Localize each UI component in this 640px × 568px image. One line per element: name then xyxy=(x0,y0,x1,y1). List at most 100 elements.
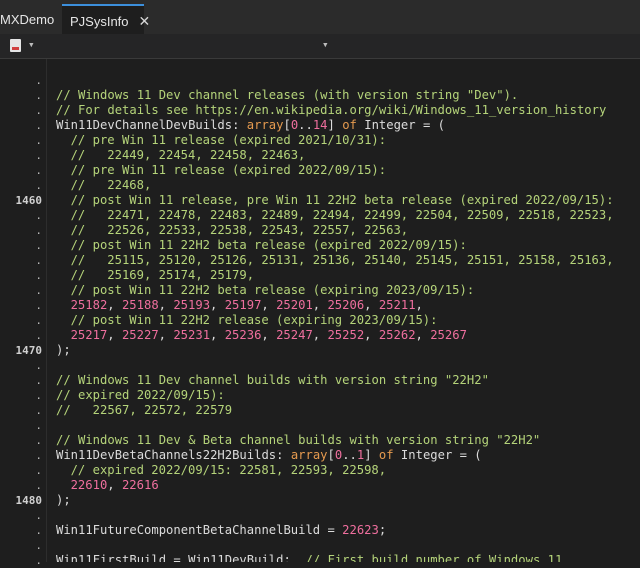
chevron-down-icon[interactable]: ▾ xyxy=(28,38,35,51)
code-token-plain: , xyxy=(158,328,174,342)
code-token-num: 22610 xyxy=(70,478,108,492)
code-line: // pre Win 11 release (expired 2022/09/1… xyxy=(56,163,387,178)
code-token-num: 25211 xyxy=(378,298,416,312)
line-number: 1460 xyxy=(15,194,43,207)
line-dot: . xyxy=(35,284,42,297)
chevron-down-icon[interactable]: ▾ xyxy=(322,38,329,51)
code-line: // expired 2022/09/15: 22581, 22593, 225… xyxy=(56,463,387,478)
code-line: ); xyxy=(56,343,71,358)
tab-mxdemo[interactable]: MXDemo xyxy=(0,4,60,34)
code-line: // Windows 11 Dev channel releases (with… xyxy=(56,88,518,103)
code-line: Win11DevChannelDevBuilds: array[0..14] o… xyxy=(56,118,445,133)
code-token-plain: , xyxy=(210,298,225,312)
code-token-kw: array xyxy=(246,118,284,132)
code-token-num: 25267 xyxy=(430,328,467,342)
line-dot: . xyxy=(35,74,42,87)
code-token-num: 14 xyxy=(312,118,328,132)
code-token-num: 22623 xyxy=(342,523,379,537)
code-token-comment: // post Win 11 22H2 beta release (expire… xyxy=(70,238,467,252)
tab-pjsysinfo[interactable]: PJSysInfo ✕ xyxy=(62,4,150,36)
line-dot: . xyxy=(35,389,42,402)
code-line: 25182, 25188, 25193, 25197, 25201, 25206… xyxy=(56,298,423,313)
code-token-plain: , xyxy=(261,328,277,342)
line-dot: . xyxy=(35,299,42,312)
code-token-plain: , xyxy=(415,328,431,342)
line-dot: . xyxy=(35,404,42,417)
code-token-plain: ] xyxy=(364,448,379,462)
code-token-comment: // 22567, 22572, 22579 xyxy=(56,403,233,417)
code-token-num: 25262 xyxy=(378,328,416,342)
code-line: // post Win 11 release, pre Win 11 22H2 … xyxy=(56,193,614,208)
code-token-kw: of xyxy=(378,448,394,462)
code-token-comment: // post Win 11 22H2 beta release (expiri… xyxy=(70,283,475,297)
code-line: // post Win 11 22H2 beta release (expire… xyxy=(56,238,467,253)
code-token-comment: // 25169, 25174, 25179, xyxy=(70,268,255,282)
code-token-num: 25206 xyxy=(327,298,365,312)
line-dot: . xyxy=(35,254,42,267)
code-token-comment: // Windows 11 Dev channel builds with ve… xyxy=(56,373,489,387)
editor-tab-bar: MXDemo PJSysInfo ✕ xyxy=(0,0,640,36)
code-token-comment: // 22449, 22454, 22458, 22463, xyxy=(70,148,306,162)
code-token-plain: .. xyxy=(342,448,357,462)
line-number: 1480 xyxy=(15,494,43,507)
code-token-plain: ); xyxy=(56,493,71,507)
line-dot: . xyxy=(35,164,42,177)
line-dot: . xyxy=(35,224,42,237)
code-line: 22610, 22616 xyxy=(56,478,159,493)
code-line: // 22449, 22454, 22458, 22463, xyxy=(56,148,306,163)
code-token-comment: // pre Win 11 release (expired 2022/09/1… xyxy=(70,163,387,177)
code-line: 25217, 25227, 25231, 25236, 25247, 25252… xyxy=(56,328,467,343)
code-token-num: 25193 xyxy=(173,298,211,312)
code-token-plain: , xyxy=(107,328,122,342)
code-token-num: 25201 xyxy=(276,298,313,312)
code-token-plain: , xyxy=(364,328,379,342)
code-line: // post Win 11 22H2 beta release (expiri… xyxy=(56,283,475,298)
code-token-comment: // First build number of Windows 11 xyxy=(305,553,563,562)
code-token-kw: array xyxy=(290,448,328,462)
code-line: // 22567, 22572, 22579 xyxy=(56,403,232,418)
line-number: 1470 xyxy=(15,344,43,357)
code-token-plain: , xyxy=(415,298,423,312)
line-dot: . xyxy=(35,539,42,552)
tab-label: PJSysInfo xyxy=(70,13,129,29)
code-token-num: 25252 xyxy=(327,328,365,342)
line-dot: . xyxy=(35,434,42,447)
code-line: // Windows 11 Dev & Beta channel builds … xyxy=(56,433,540,448)
code-token-num: 25197 xyxy=(224,298,262,312)
line-dot: . xyxy=(35,209,42,222)
code-token-plain: , xyxy=(364,298,379,312)
code-token-comment: // 25115, 25120, 25126, 25131, 25136, 25… xyxy=(70,253,614,267)
line-dot: . xyxy=(35,329,42,342)
line-dot: . xyxy=(35,314,42,327)
line-dot: . xyxy=(35,179,42,192)
code-token-num: 25236 xyxy=(224,328,262,342)
code-token-plain: , xyxy=(312,328,328,342)
line-dot: . xyxy=(35,554,42,567)
code-token-num: 25227 xyxy=(121,328,159,342)
code-token-comment: // 22468, xyxy=(70,178,152,192)
code-token-num: 22616 xyxy=(121,478,159,492)
code-line: ); xyxy=(56,493,71,508)
code-token-comment: // post Win 11 22H2 release (expiring 20… xyxy=(70,313,438,327)
line-dot: . xyxy=(35,419,42,432)
line-dot: . xyxy=(35,449,42,462)
code-token-plain: ] xyxy=(327,118,343,132)
code-token-plain: ; xyxy=(378,523,387,537)
close-icon[interactable]: ✕ xyxy=(139,13,151,30)
line-number-gutter: ........ 1460......... 1470......... 1480..… xyxy=(0,59,46,567)
code-token-plain: Win11DevBetaChannels22H2Builds: xyxy=(56,448,291,462)
document-icon[interactable] xyxy=(10,39,21,52)
code-token-plain: Win11DevChannelDevBuilds: xyxy=(56,118,247,132)
code-token-comment: // Windows 11 Dev & Beta channel builds … xyxy=(56,433,541,447)
code-line: // post Win 11 22H2 release (expiring 20… xyxy=(56,313,438,328)
code-token-kw: of xyxy=(342,118,357,132)
code-token-plain: Integer = ( xyxy=(356,118,445,132)
code-token-comment: // pre Win 11 release (expired 2021/10/3… xyxy=(70,133,387,147)
line-dot: . xyxy=(35,239,42,252)
line-dot: . xyxy=(35,149,42,162)
code-token-plain: , xyxy=(210,328,225,342)
code-token-num: 25182 xyxy=(70,298,108,312)
code-line: // expired 2022/09/15): xyxy=(56,388,225,403)
code-editor[interactable]: // Windows 11 Dev channel releases (with… xyxy=(56,59,640,562)
code-token-plain: [ xyxy=(283,118,291,132)
